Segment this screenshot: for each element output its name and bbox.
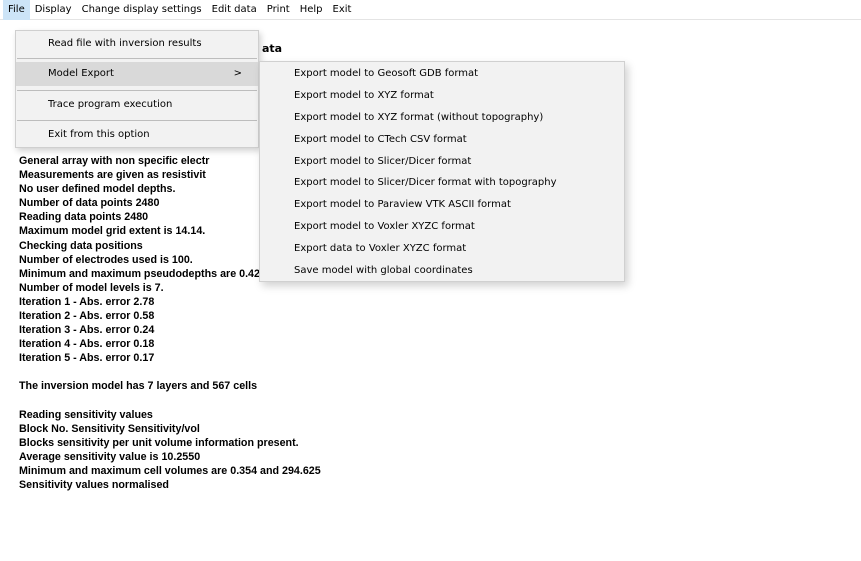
submenu-item-export-geosoft-gdb[interactable]: Export model to Geosoft GDB format [260,63,624,85]
submenu-item-export-paraview-vtk[interactable]: Export model to Paraview VTK ASCII forma… [260,194,624,216]
submenu-item-export-voxler-model[interactable]: Export model to Voxler XYZC format [260,216,624,238]
submenu-item-export-slicer-dicer-topo[interactable]: Export model to Slicer/Dicer format with… [260,172,624,194]
menu-bar: File Display Change display settings Edi… [0,0,861,20]
log-line: Iteration 1 - Abs. error 2.78 [19,295,155,308]
submenu-item-export-voxler-data[interactable]: Export data to Voxler XYZC format [260,238,624,260]
submenu-arrow-icon: > [233,68,242,79]
log-line: Number of model levels is 7. [19,281,164,294]
menu-display[interactable]: Display [30,0,77,20]
log-line: Iteration 3 - Abs. error 0.24 [19,324,155,337]
partial-title: ata [262,42,283,55]
log-blank-line [19,394,799,408]
submenu-item-export-slicer-dicer[interactable]: Export model to Slicer/Dicer format [260,151,624,173]
log-blank-line [19,365,799,379]
file-dropdown-menu: Read file with inversion results Model E… [15,30,259,148]
log-line: Block No. Sensitivity Sensitivity/vol [19,422,200,435]
menu-item-label: Model Export [48,68,114,79]
submenu-item-export-xyz-no-topo[interactable]: Export model to XYZ format (without topo… [260,107,624,129]
menu-separator [17,58,257,59]
menu-help[interactable]: Help [295,0,328,20]
menu-edit-data[interactable]: Edit data [207,0,262,20]
model-export-submenu: Export model to Geosoft GDB format Expor… [259,61,625,282]
submenu-item-export-xyz[interactable]: Export model to XYZ format [260,85,624,107]
menu-file[interactable]: File [3,0,30,20]
menu-item-exit-option[interactable]: Exit from this option [16,123,258,147]
log-line: The inversion model has 7 layers and 567… [19,380,258,393]
menu-item-read-file[interactable]: Read file with inversion results [16,32,258,56]
submenu-item-export-ctech-csv[interactable]: Export model to CTech CSV format [260,129,624,151]
log-line: Minimum and maximum cell volumes are 0.3… [19,464,321,477]
menu-separator [17,120,257,121]
menu-exit[interactable]: Exit [328,0,357,20]
log-line: Average sensitivity value is 10.2550 [19,450,201,463]
log-line: Iteration 4 - Abs. error 0.18 [19,338,155,351]
menu-item-trace-execution[interactable]: Trace program execution [16,93,258,117]
menu-print[interactable]: Print [262,0,295,20]
menu-change-display-settings[interactable]: Change display settings [77,0,207,20]
menu-separator [17,90,257,91]
submenu-item-save-global-coords[interactable]: Save model with global coordinates [260,260,624,282]
log-line: Blocks sensitivity per unit volume infor… [19,436,299,449]
log-line: Reading sensitivity values [19,408,153,421]
log-line: Iteration 5 - Abs. error 0.17 [19,352,155,365]
log-line: Sensitivity values normalised [19,478,169,491]
log-line: Iteration 2 - Abs. error 0.58 [19,310,155,323]
menu-item-model-export[interactable]: Model Export > [16,62,258,86]
